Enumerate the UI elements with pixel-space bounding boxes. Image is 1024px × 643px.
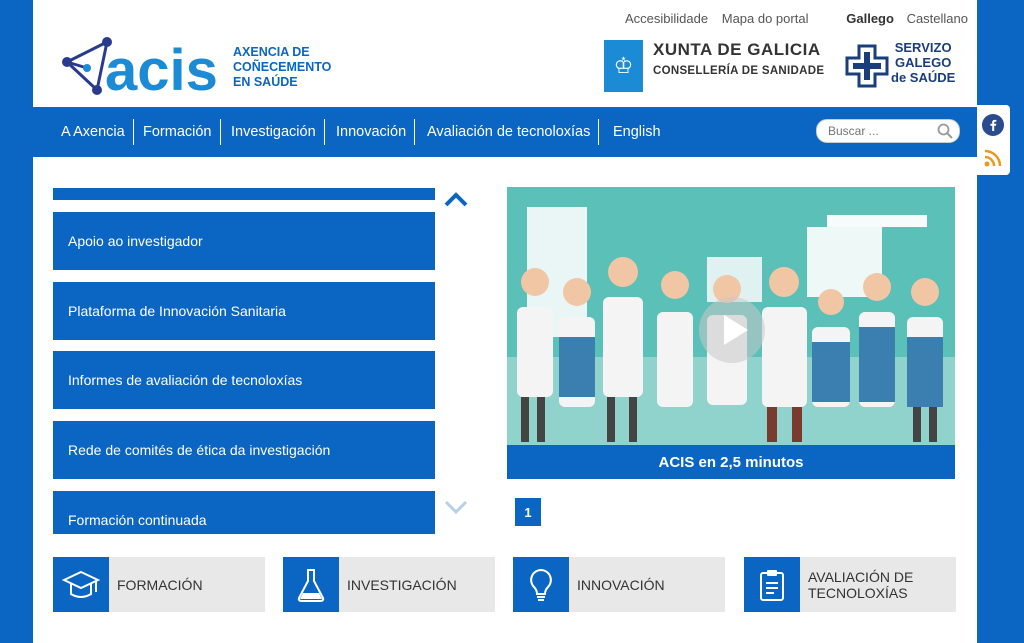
sitemap-link[interactable]: Mapa do portal [722,11,809,26]
tile-icon-box [53,557,109,612]
tile-label: AVALIACIÓN DE TECNOLOXÍAS [808,568,914,601]
pager-page-1[interactable]: 1 [515,498,541,526]
slider-item[interactable]: Informes de avaliación de tecnoloxías [53,351,435,409]
nav-formacion[interactable]: Formación [135,119,221,145]
graduation-cap-icon [62,570,100,598]
nav-investigacion[interactable]: Investigación [223,119,325,145]
xunta-subtitle: CONSELLERÍA DE SANIDADE [653,65,825,77]
tile-avaliacion[interactable]: AVALIACIÓN DE TECNOLOXÍAS [744,557,956,612]
chevron-up-icon[interactable] [443,190,469,208]
search-input[interactable] [826,120,940,142]
nav-a-axencia[interactable]: A Axencia [53,119,134,145]
social-sidebar [977,105,1010,175]
video-player[interactable]: ACIS en 2,5 minutos [507,187,955,479]
page: Accesibilidade Mapa do portal Gallego Ca… [33,0,977,643]
slider-item[interactable]: Rede de comités de ética da investigació… [53,421,435,479]
tile-icon-box [513,557,569,612]
acis-wordmark: acis [105,38,218,100]
xunta-title: XUNTA DE GALICIA [653,40,821,59]
top-links: Accesibilidade Mapa do portal [625,11,818,26]
video-caption[interactable]: ACIS en 2,5 minutos [507,445,955,479]
main-navbar: A Axencia Formación Investigación Innova… [33,107,977,157]
acis-logo-text: AXENCIA DE COÑECEMENTO EN SAÚDE [233,45,332,89]
tile-label: INNOVACIÓN [577,576,665,593]
accessibility-link[interactable]: Accesibilidade [625,11,708,26]
xunta-logo[interactable]: ♔ XUNTA DE GALICIA CONSELLERÍA DE SANIDA… [604,38,826,94]
tile-innovacion[interactable]: INNOVACIÓN [513,557,725,612]
rss-icon[interactable] [982,147,1004,169]
flask-icon [297,568,325,602]
search-icon[interactable] [937,123,953,139]
nav-english[interactable]: English [605,119,669,145]
tile-icon-box [744,557,800,612]
nav-innovacion[interactable]: Innovación [328,119,416,145]
clipboard-icon [760,569,784,601]
slider-top-bar [53,188,435,200]
language-castellano[interactable]: Castellano [907,11,968,26]
language-switcher: Gallego Castellano [837,11,968,26]
slider-item[interactable]: Apoio ao investigador [53,212,435,270]
tile-investigacion[interactable]: INVESTIGACIÓN [283,557,495,612]
sergas-logo[interactable]: SERVIZO GALEGO de SAÚDE [845,40,965,92]
search-box [816,119,960,143]
sergas-text: SERVIZO GALEGO de SAÚDE [891,40,956,85]
tile-formacion[interactable]: FORMACIÓN [53,557,265,612]
tile-icon-box [283,557,339,612]
nav-avaliacion[interactable]: Avaliación de tecnoloxías [419,119,600,145]
play-icon[interactable] [697,295,767,365]
facebook-icon[interactable] [982,114,1004,136]
tile-label: INVESTIGACIÓN [347,576,457,593]
lightbulb-icon [530,568,552,601]
slider-item[interactable]: Formación continuada [53,491,435,534]
xunta-shield-icon: ♔ [604,40,643,92]
slider-item[interactable]: Plataforma de Innovación Sanitaria [53,282,435,340]
language-gallego[interactable]: Gallego [846,11,894,26]
tile-label: FORMACIÓN [117,576,203,593]
chevron-down-icon[interactable] [443,498,469,516]
sergas-cross-icon [845,44,889,88]
